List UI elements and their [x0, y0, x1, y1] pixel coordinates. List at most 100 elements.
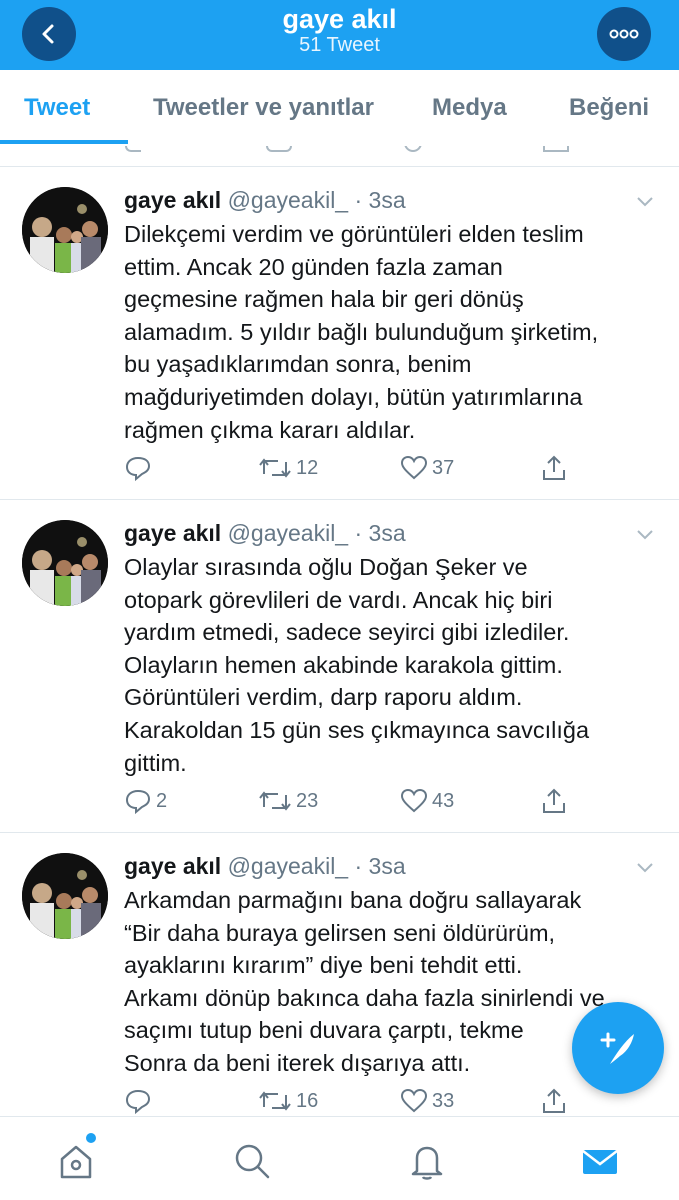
- tweet-header: gaye akıl @gayeakil_ · 3sa: [124, 520, 406, 547]
- retweet-icon: [259, 1091, 291, 1111]
- tweet-line: bu yaşadıklarımdan sonra, benim: [124, 351, 472, 378]
- tab-tweets-and-replies[interactable]: Tweetler ve yanıtlar: [153, 94, 374, 122]
- tweet-line: gittim.: [124, 749, 187, 776]
- retweet-button[interactable]: 16: [258, 1087, 318, 1115]
- avatar[interactable]: [22, 187, 108, 273]
- retweet-count: 12: [296, 456, 319, 479]
- bottom-navigation: [0, 1116, 679, 1200]
- tweet-line: ettim. Ancak 20 günden fazla zaman: [124, 253, 503, 280]
- nav-home[interactable]: [54, 1139, 98, 1183]
- chevron-down-icon[interactable]: [635, 528, 655, 542]
- tweet-line: Olaylar sırasında oğlu Doğan Şeker ve: [124, 554, 528, 580]
- tweet-text: Dilekçemi verdim ve görüntüleri elden te…: [124, 218, 654, 446]
- chevron-down-icon[interactable]: [635, 195, 655, 209]
- tweet-text: Olaylar sırasında oğlu Doğan Şeker ve ot…: [124, 551, 654, 779]
- author-name: gaye akıl: [124, 187, 222, 213]
- tweet-count: 51 Tweet: [299, 34, 380, 56]
- tweet-line: Arkamdan parmağını bana doğru sallayarak: [124, 887, 582, 913]
- nav-messages[interactable]: [578, 1139, 622, 1183]
- share-icon: [543, 1088, 565, 1113]
- tweet-actions: 2 23 43: [124, 787, 584, 819]
- like-count: 33: [432, 1089, 455, 1112]
- heart-icon: [400, 1088, 428, 1113]
- reply-button[interactable]: 2: [124, 787, 167, 815]
- tweet-line: rağmen çıkma kararı aldılar.: [124, 416, 416, 443]
- retweet-count: 16: [296, 1089, 319, 1112]
- tweet-line: Dilekçemi verdim ve görüntüleri elden te…: [124, 221, 584, 247]
- heart-icon: [400, 788, 428, 813]
- tab-tweets[interactable]: Tweet: [24, 94, 90, 122]
- author-handle: @gayeakil_ · 3sa: [227, 187, 406, 213]
- avatar[interactable]: [22, 853, 108, 939]
- tweet-line: yardım etmedi, sadece seyirci gibi izled…: [124, 619, 570, 646]
- tab-likes[interactable]: Beğeni: [569, 94, 649, 122]
- reply-icon: [125, 789, 151, 815]
- previous-tweet-actions: [0, 146, 679, 166]
- divider: [0, 166, 679, 167]
- tweet-line: geçmesine rağmen hala bir geri dönüş: [124, 286, 524, 313]
- profile-tabs: Tweet Tweetler ve yanıtlar Medya Beğeni: [0, 70, 679, 146]
- heart-icon: [400, 455, 428, 480]
- like-button[interactable]: 37: [400, 454, 454, 482]
- home-icon: [60, 1145, 92, 1179]
- tweet-actions: 12 37: [124, 454, 584, 486]
- retweet-button[interactable]: 12: [258, 454, 318, 482]
- avatar[interactable]: [22, 520, 108, 606]
- reply-icon: [125, 146, 141, 152]
- share-icon: [543, 455, 565, 480]
- retweet-icon: [266, 146, 292, 152]
- tab-media[interactable]: Medya: [432, 94, 507, 122]
- nav-notifications[interactable]: [405, 1139, 449, 1183]
- compose-tweet-button[interactable]: [572, 1002, 664, 1094]
- tweet-line: Karakoldan 15 gün ses çıkmayınca savcılı…: [124, 716, 590, 743]
- chevron-down-icon[interactable]: [635, 861, 655, 875]
- like-button[interactable]: 33: [400, 1087, 454, 1115]
- notifications-icon: [411, 1146, 443, 1180]
- retweet-count: 23: [296, 789, 319, 812]
- tweet-line: Görüntüleri verdim, darp raporu aldım.: [124, 684, 523, 711]
- profile-name: gaye akıl: [282, 4, 397, 34]
- compose-tweet-icon: [600, 1032, 634, 1064]
- nav-search[interactable]: [230, 1139, 274, 1183]
- like-icon: [404, 146, 422, 152]
- tweet-line: otopark görevlileri de vardı. Ancak hiç …: [124, 586, 553, 613]
- share-button[interactable]: [540, 454, 568, 482]
- author-name: gaye akıl: [124, 853, 222, 879]
- tweet-header: gaye akıl @gayeakil_ · 3sa: [124, 853, 406, 880]
- profile-header: gaye akıl 51 Tweet: [0, 0, 679, 70]
- active-tab-indicator: [0, 140, 128, 144]
- tweet-line: mağduriyetimden dolayı, bütün yatırımlar…: [124, 383, 583, 410]
- divider: [0, 499, 679, 500]
- retweet-button[interactable]: 23: [258, 787, 318, 815]
- share-icon: [543, 788, 565, 813]
- author-handle: @gayeakil_ · 3sa: [227, 853, 406, 879]
- share-icon: [543, 146, 569, 152]
- like-count: 43: [432, 789, 455, 812]
- share-button[interactable]: [540, 787, 568, 815]
- retweet-icon: [259, 458, 291, 478]
- tweet-header: gaye akıl @gayeakil_ · 3sa: [124, 187, 406, 214]
- home-notification-dot: [86, 1133, 96, 1143]
- reply-button[interactable]: [124, 1087, 156, 1115]
- messages-icon: [582, 1150, 618, 1174]
- retweet-icon: [259, 791, 291, 811]
- author-name: gaye akıl: [124, 520, 222, 546]
- reply-icon: [125, 456, 151, 482]
- tweet-line: Arkamı dönüp bakınca daha fazla sinirlen…: [124, 984, 605, 1011]
- like-button[interactable]: 43: [400, 787, 454, 815]
- tweet-line: “Bir daha buraya gelirsen seni öldürürüm…: [124, 919, 556, 946]
- reply-count: 2: [156, 789, 168, 812]
- reply-icon: [125, 1089, 151, 1115]
- author-handle: @gayeakil_ · 3sa: [227, 520, 406, 546]
- reply-button[interactable]: [124, 454, 156, 482]
- divider: [0, 832, 679, 833]
- tweet-line: alamadım. 5 yıldır bağlı bulunduğum şirk…: [124, 318, 599, 345]
- tweet-line: ayaklarını kırarım” diye beni tehdit ett…: [124, 952, 523, 979]
- share-button[interactable]: [540, 1087, 568, 1115]
- more-dots-icon: [609, 29, 639, 39]
- search-icon: [235, 1144, 270, 1179]
- more-button[interactable]: [597, 7, 651, 61]
- tweet-line: Olayların hemen akabinde karakola gittim…: [124, 651, 563, 678]
- like-count: 37: [432, 456, 455, 479]
- tweet-actions: 16 33: [124, 1087, 584, 1119]
